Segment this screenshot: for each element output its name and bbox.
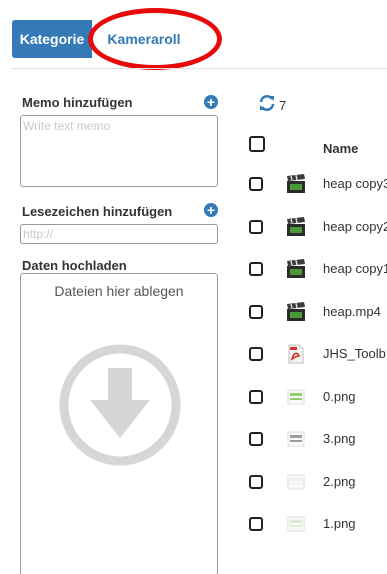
divider xyxy=(12,68,387,69)
select-all-checkbox[interactable] xyxy=(249,136,265,152)
memo-textarea[interactable]: Write text memo xyxy=(20,115,218,187)
memo-label: Memo hinzufügen xyxy=(22,95,133,110)
video-clapper-icon xyxy=(286,217,306,237)
file-name[interactable]: heap copy3 xyxy=(323,176,387,191)
image-thumbnail-icon xyxy=(286,472,306,492)
file-name[interactable]: JHS_Toolb xyxy=(323,346,387,361)
file-row-checkbox[interactable] xyxy=(249,262,263,276)
bookmark-label: Lesezeichen hinzufügen xyxy=(22,204,173,219)
download-arrow-icon xyxy=(59,344,181,466)
file-name[interactable]: heap.mp4 xyxy=(323,304,387,319)
bookmark-url-input[interactable]: http:// xyxy=(20,224,218,244)
video-clapper-icon xyxy=(286,259,306,279)
file-count: 7 xyxy=(279,98,287,113)
file-row-checkbox[interactable] xyxy=(249,390,263,404)
url-placeholder: http:// xyxy=(23,227,54,241)
tab-kategorie[interactable]: Kategorie xyxy=(12,20,92,58)
add-bookmark-plus-icon[interactable]: + xyxy=(204,203,218,217)
file-name[interactable]: heap copy1 xyxy=(323,261,387,276)
upload-label: Daten hochladen xyxy=(22,258,127,273)
pdf-icon xyxy=(286,344,306,364)
image-thumbnail-icon xyxy=(286,387,306,407)
column-header-name[interactable]: Name xyxy=(323,141,358,156)
file-row-checkbox[interactable] xyxy=(249,177,263,191)
file-row-checkbox[interactable] xyxy=(249,347,263,361)
video-clapper-icon xyxy=(286,302,306,322)
highlight-ellipse xyxy=(88,8,222,70)
file-name[interactable]: 3.png xyxy=(323,431,387,446)
image-thumbnail-icon xyxy=(286,429,306,449)
file-name[interactable]: 2.png xyxy=(323,474,387,489)
memo-placeholder: Write text memo xyxy=(23,119,111,133)
video-clapper-icon xyxy=(286,174,306,194)
dropzone-text: Dateien hier ablegen xyxy=(54,283,184,299)
add-memo-plus-icon[interactable]: + xyxy=(204,95,218,109)
file-name[interactable]: heap copy2 xyxy=(323,219,387,234)
refresh-icon[interactable] xyxy=(258,94,276,112)
file-row-checkbox[interactable] xyxy=(249,305,263,319)
file-name[interactable]: 1.png xyxy=(323,516,387,531)
file-row-checkbox[interactable] xyxy=(249,432,263,446)
image-thumbnail-icon xyxy=(286,514,306,534)
file-row-checkbox[interactable] xyxy=(249,475,263,489)
file-name[interactable]: 0.png xyxy=(323,389,387,404)
file-row-checkbox[interactable] xyxy=(249,220,263,234)
file-row-checkbox[interactable] xyxy=(249,517,263,531)
